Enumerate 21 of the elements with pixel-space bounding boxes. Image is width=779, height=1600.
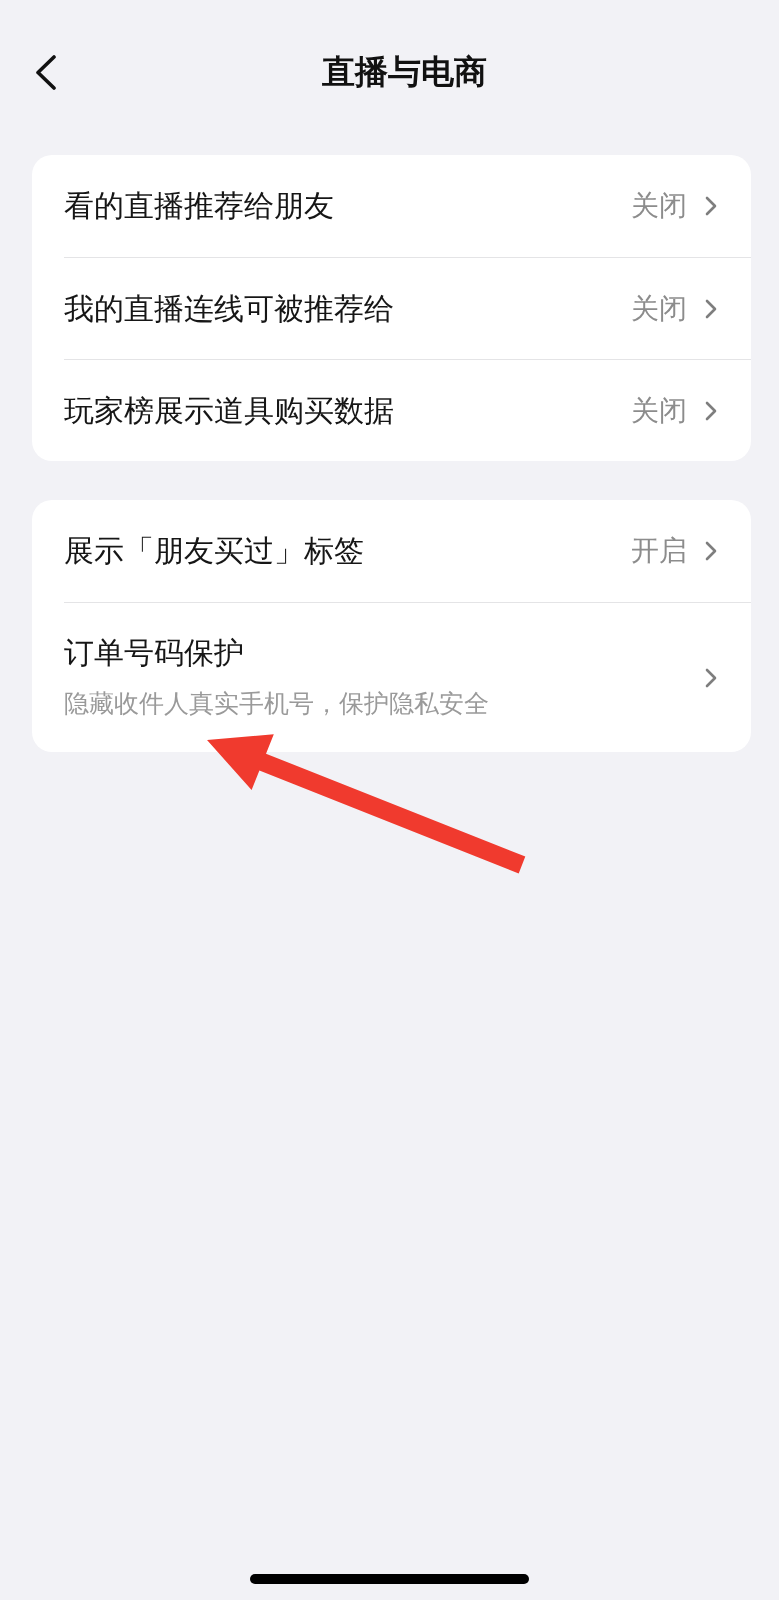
setting-label: 看的直播推荐给朋友	[64, 187, 334, 225]
chevron-right-icon	[705, 298, 717, 319]
settings-row[interactable]: 展示「朋友买过」标签 开启	[64, 500, 751, 602]
chevron-right-icon	[705, 541, 717, 561]
setting-value: 关闭	[631, 392, 687, 429]
chevron-right-icon	[705, 400, 717, 421]
setting-value: 开启	[631, 533, 687, 569]
chevron-right-icon	[705, 667, 717, 688]
settings-row[interactable]: 看的直播推荐给朋友 关闭	[64, 155, 751, 257]
setting-description: 隐藏收件人真实手机号，保护隐私安全	[64, 688, 489, 720]
setting-label: 订单号码保护	[64, 634, 244, 672]
page-title: 直播与电商	[322, 51, 487, 93]
settings-row[interactable]: 玩家榜展示道具购买数据 关闭	[64, 359, 751, 461]
back-icon	[36, 54, 56, 90]
setting-label: 展示「朋友买过」标签	[64, 532, 364, 570]
setting-label: 玩家榜展示道具购买数据	[64, 391, 394, 430]
chevron-right-icon	[705, 196, 717, 216]
setting-label: 我的直播连线可被推荐给	[64, 289, 394, 328]
setting-value: 关闭	[631, 188, 687, 224]
settings-row[interactable]: 我的直播连线可被推荐给 关闭	[64, 257, 751, 359]
setting-value: 关闭	[631, 290, 687, 327]
